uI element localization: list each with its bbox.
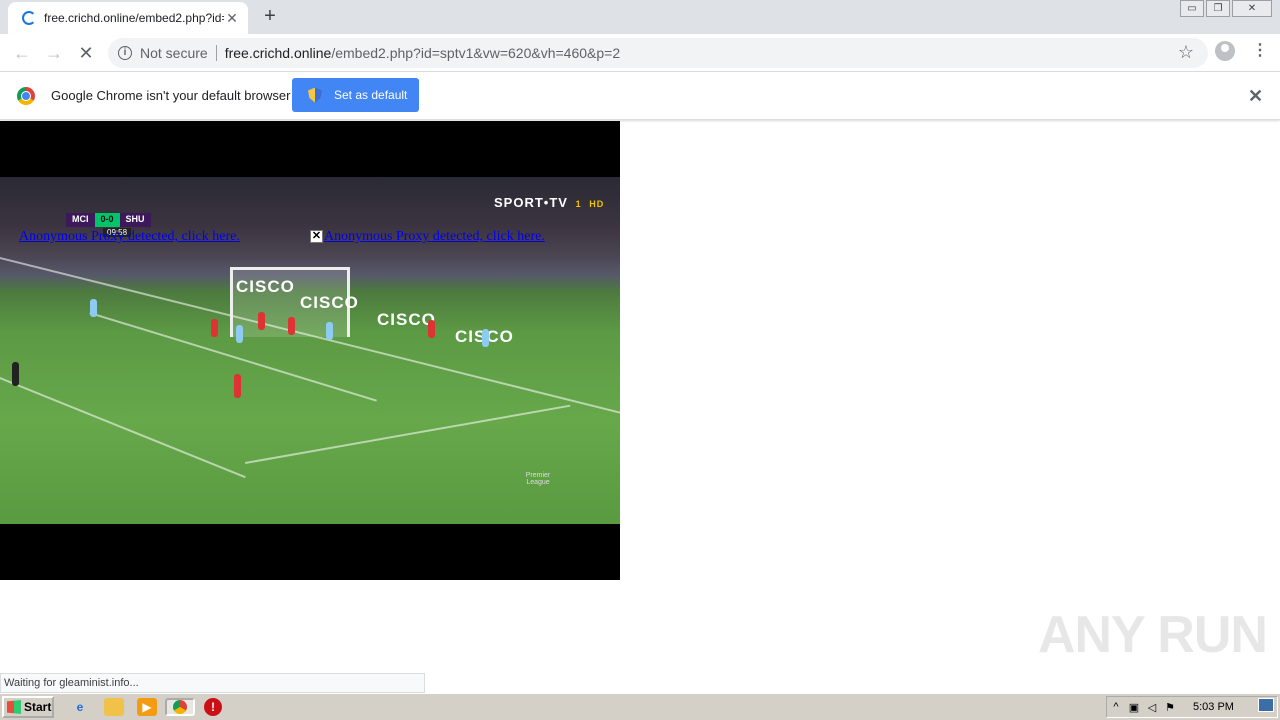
windows-flag-icon [7, 700, 21, 714]
set-as-default-button[interactable]: Set as default [292, 78, 419, 112]
footballer [234, 374, 241, 398]
channel-number: 1 [575, 199, 582, 209]
status-bubble: Waiting for gleaminist.info... [0, 673, 425, 693]
bookmark-star-icon[interactable]: ☆ [1178, 42, 1194, 63]
proxy-warning-link[interactable]: Anonymous Proxy detected, click here. [19, 229, 240, 245]
media-player-icon[interactable]: ▶ [137, 698, 157, 716]
tab-title: free.crichd.online/embed2.php?id=sptv1&v… [44, 11, 224, 25]
back-button[interactable]: ← [10, 41, 34, 65]
minimize-button[interactable]: ▭ [1180, 0, 1204, 17]
uac-shield-icon [308, 87, 322, 103]
hd-badge: HD [589, 199, 605, 209]
tab-active[interactable]: free.crichd.online/embed2.php?id=sptv1&v… [8, 2, 248, 34]
footballer [258, 312, 265, 330]
proxy-warning-link[interactable]: Anonymous Proxy detected, click here. [324, 229, 545, 245]
footballer [211, 319, 218, 337]
pitch-line [245, 404, 571, 464]
chrome-icon [173, 700, 187, 714]
home-team: MCI [66, 213, 95, 227]
restore-button[interactable]: ❐ [1206, 0, 1230, 17]
video-player[interactable]: CISCO CISCO CISCO CISCO MCI 0-0 SHU 09:5… [0, 121, 620, 580]
taskbar: Start e ▶ ! ^ ▣ ◁ ⚑ 5:03 PM [0, 693, 1280, 720]
network-icon[interactable]: ▣ [1125, 701, 1143, 714]
scorebug: MCI 0-0 SHU [66, 213, 151, 227]
browser-toolbar: ← → ✕ i Not secure free.crichd.online/em… [0, 34, 1280, 72]
footballer [326, 322, 333, 340]
volume-icon[interactable]: ◁ [1143, 701, 1161, 714]
footballer [482, 329, 489, 347]
system-clock[interactable]: 5:03 PM [1193, 701, 1234, 713]
action-center-flag-icon[interactable]: ⚑ [1161, 701, 1179, 714]
opera-icon[interactable]: ! [204, 698, 222, 716]
forward-button[interactable]: → [42, 41, 66, 65]
tab-strip: free.crichd.online/embed2.php?id=sptv1&v… [0, 0, 1280, 34]
chrome-menu-icon[interactable]: ⋮ [1252, 41, 1268, 61]
explorer-icon[interactable] [104, 698, 124, 716]
address-bar[interactable]: i Not secure free.crichd.online/embed2.p… [108, 38, 1208, 68]
footballer [288, 317, 295, 335]
premier-league-logo: Premier League [525, 472, 551, 486]
tray-expand-icon[interactable]: ^ [1107, 701, 1125, 713]
profile-avatar-icon[interactable] [1215, 41, 1235, 61]
chrome-logo-icon [17, 87, 35, 105]
url-path: /embed2.php?id=sptv1&vw=620&vh=460&p=2 [331, 45, 621, 61]
infobar-message: Google Chrome isn't your default browser [51, 88, 291, 103]
footballer [428, 320, 435, 338]
anyrun-watermark: ANY RUN [1038, 606, 1268, 664]
ad-board: CISCO [236, 277, 295, 296]
start-button[interactable]: Start [2, 696, 54, 718]
away-team: SHU [119, 213, 151, 227]
show-desktop-icon[interactable] [1258, 698, 1274, 712]
overlay-close-icon[interactable]: ✕ [310, 230, 323, 243]
omnibox-divider [215, 45, 217, 61]
default-browser-infobar: Google Chrome isn't your default browser… [0, 72, 1280, 120]
ie-icon[interactable]: e [70, 698, 90, 716]
window-close-button[interactable]: ✕ [1232, 0, 1272, 17]
loading-spinner-icon [22, 11, 36, 25]
tab-close-icon[interactable]: ✕ [224, 10, 240, 27]
chrome-taskbar-button[interactable] [165, 698, 195, 716]
system-tray: ^ ▣ ◁ ⚑ 5:03 PM [1106, 696, 1278, 718]
new-tab-button[interactable]: + [260, 6, 280, 28]
stop-loading-button[interactable]: ✕ [74, 41, 98, 65]
footballer [236, 325, 243, 343]
start-label: Start [24, 700, 52, 714]
infobar-close-icon[interactable]: ✕ [1248, 86, 1263, 107]
security-label[interactable]: Not secure [140, 45, 208, 61]
footballer [90, 299, 97, 317]
referee [12, 362, 19, 386]
pitch-line [0, 377, 246, 479]
window-controls: ▭ ❐ ✕ [1180, 0, 1272, 17]
info-icon[interactable]: i [118, 46, 132, 60]
set-as-default-label: Set as default [334, 88, 408, 102]
score: 0-0 [94, 213, 120, 227]
url-host: free.crichd.online [224, 45, 332, 61]
ad-board: CISCO [300, 293, 359, 312]
broadcaster-name: SPORT•TV [494, 195, 568, 210]
broadcaster-logo: SPORT•TV 1 HD [494, 195, 604, 210]
